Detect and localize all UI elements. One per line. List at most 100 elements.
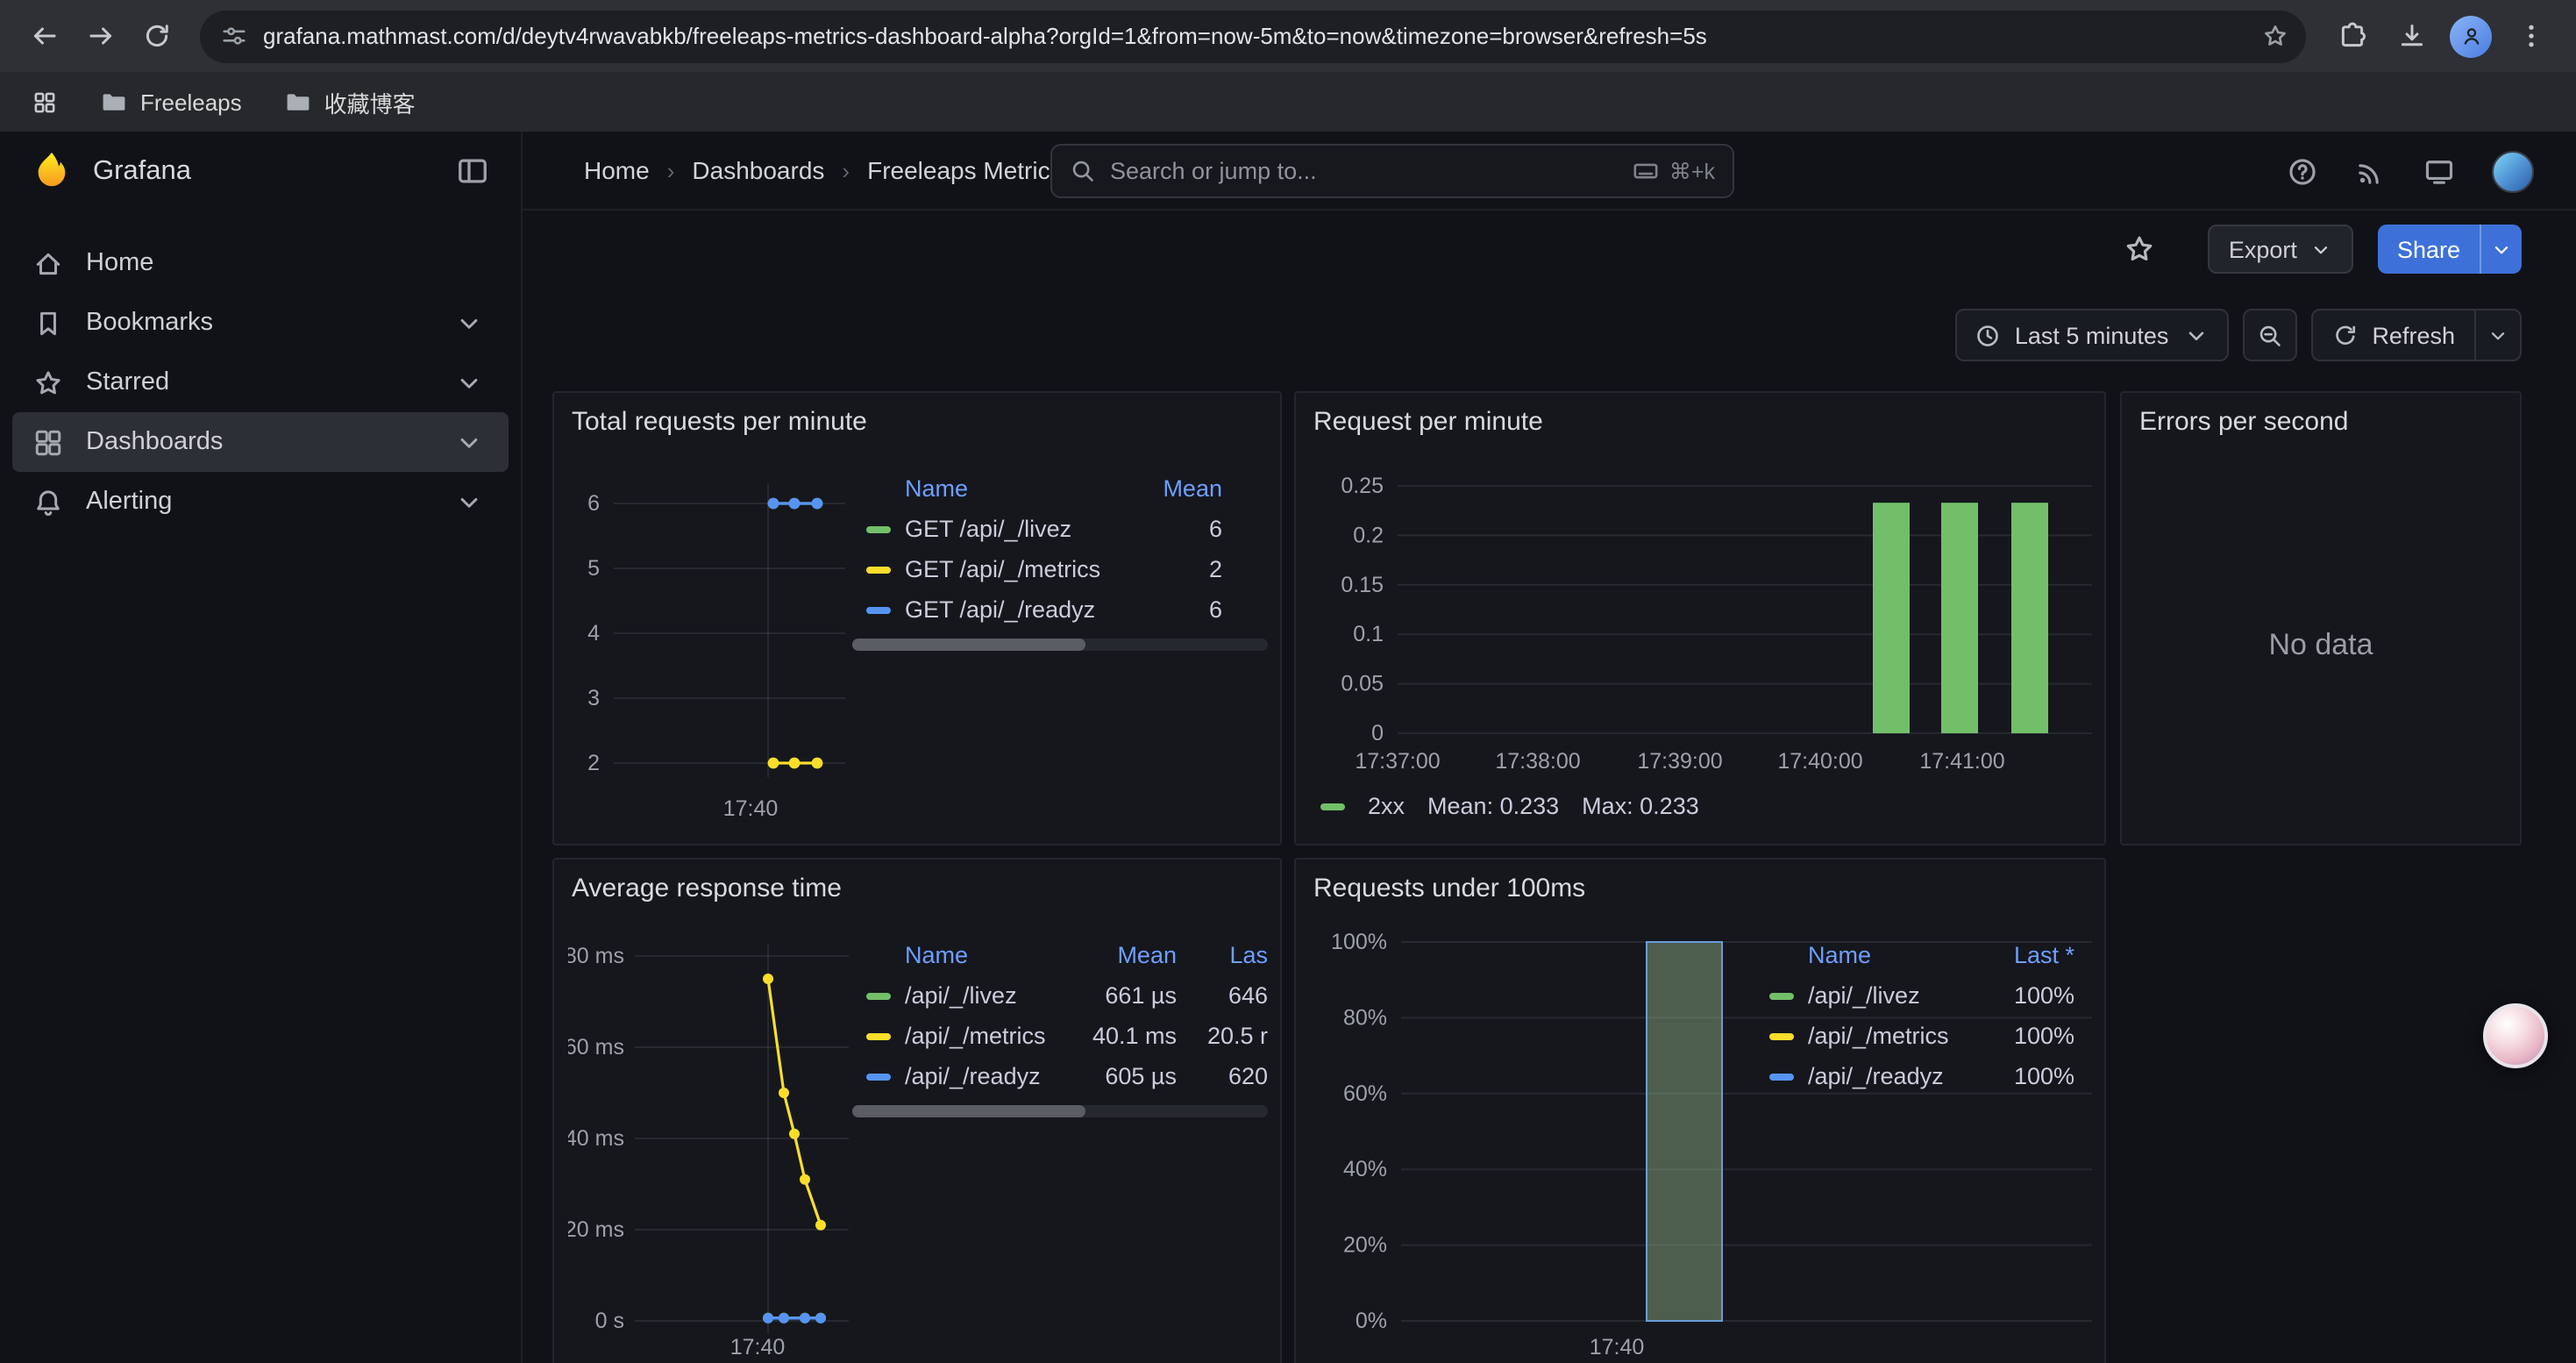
legend-header[interactable]: Last * [1969,937,2074,975]
request-per-minute-chart[interactable]: 0.250.20.150.10.05017:37:0017:38:0017:39… [1310,467,2099,791]
user-avatar[interactable] [2492,150,2534,192]
panel-title[interactable]: Average response time [572,874,842,903]
browser-menu-button[interactable] [2502,8,2558,64]
share-label[interactable]: Share [2378,225,2480,274]
bookmark-folder[interactable]: 收藏博客 [268,80,431,124]
search-shortcut: ⌘+k [1633,158,1715,184]
svg-text:17:41:00: 17:41:00 [1919,749,2004,774]
kebab-menu-icon [2516,21,2545,51]
panel-title[interactable]: Errors per second [2139,407,2348,437]
site-settings-icon[interactable] [221,23,247,49]
chevron-down-icon [2490,238,2513,260]
legend-series-name[interactable]: /api/_/livez [1769,975,1959,1016]
refresh-button[interactable]: Refresh [2312,310,2474,360]
svg-text:20 ms: 20 ms [568,1217,624,1242]
grafana-app: Grafana HomeBookmarksStarredDashboardsAl… [0,132,2576,1363]
sidebar-toggle-button[interactable] [456,154,489,188]
legend-value: 100% [1969,975,2074,1016]
svg-text:80%: 80% [1343,1005,1387,1030]
legend-header[interactable]: Name [866,470,1114,509]
legend-series-name[interactable]: 2xx [1368,793,1405,819]
reload-button[interactable] [130,10,182,62]
legend-series-name[interactable]: /api/_/metrics [1769,1016,1959,1056]
monitor-button[interactable] [2423,155,2455,187]
zoom-out-button[interactable] [2242,309,2296,361]
legend-series-name[interactable]: /api/_/readyz [866,1056,1054,1096]
export-button[interactable]: Export [2208,225,2353,274]
back-button[interactable] [18,10,70,62]
legend-series-name[interactable]: GET /api/_/livez [866,509,1114,549]
legend-value: 6 [1124,589,1222,630]
profile-button[interactable] [2443,8,2499,64]
downloads-button[interactable] [2383,8,2439,64]
svg-text:17:38:00: 17:38:00 [1495,749,1580,774]
extensions-button[interactable] [2323,8,2380,64]
bell-icon [33,487,63,517]
share-button[interactable]: Share [2378,225,2522,274]
sidebar-item-home[interactable]: Home [12,233,509,293]
legend-value: 661 µs [1064,975,1177,1016]
reload-icon [141,21,171,51]
sidebar-item-label: Bookmarks [86,309,213,337]
back-icon [29,21,59,51]
legend-header[interactable]: Las [1187,937,1268,975]
average-response-time-chart[interactable]: 80 ms60 ms40 ms20 ms0 s17:40 [568,933,857,1363]
search-box[interactable]: Search or jump to... ⌘+k [1050,144,1734,198]
svg-text:3: 3 [587,686,600,710]
panel-title[interactable]: Request per minute [1313,407,1543,437]
sidebar-item-dashboards[interactable]: Dashboards [12,412,509,472]
svg-text:60%: 60% [1343,1081,1387,1106]
svg-text:80 ms: 80 ms [568,944,624,968]
panel-title[interactable]: Total requests per minute [572,407,867,437]
bookmark-folder[interactable]: Freeleaps [84,82,258,121]
legend: 2xx Mean: 0.233 Max: 0.233 [1320,793,1699,819]
sidebar-item-alerting[interactable]: Alerting [12,472,509,532]
legend-series-name[interactable]: GET /api/_/readyz [866,589,1114,630]
bookmark-folder-label: Freeleaps [140,89,242,115]
favorite-star-button[interactable] [2124,233,2155,265]
legend-series-name[interactable]: /api/_/readyz [1769,1056,1959,1096]
time-range-picker[interactable]: Last 5 minutes [1955,309,2229,361]
sidebar-item-starred[interactable]: Starred [12,353,509,412]
legend-scrollbar[interactable] [852,1105,1268,1117]
scrollbar-thumb[interactable] [852,639,1085,651]
legend-header[interactable]: Name [1769,937,1959,975]
sidebar-item-bookmarks[interactable]: Bookmarks [12,293,509,353]
url-text[interactable]: grafana.mathmast.com/d/deytv4rwavabkb/fr… [263,23,2232,49]
share-menu-caret[interactable] [2480,225,2522,274]
series-color-dash [866,1073,891,1080]
legend-header[interactable]: Mean [1064,937,1177,975]
forward-button[interactable] [74,10,126,62]
svg-text:2: 2 [587,751,600,775]
breadcrumb-item[interactable]: Dashboards [692,156,824,184]
legend-series-name[interactable]: /api/_/livez [866,975,1054,1016]
legend-value: 646 [1187,975,1268,1016]
home-icon [33,248,63,278]
help-button[interactable] [2287,155,2318,187]
grafana-logo[interactable] [32,151,72,191]
app-header: Home›Dashboards›Freeleaps Metrics Dashbo… [523,132,2576,211]
url-bar[interactable]: grafana.mathmast.com/d/deytv4rwavabkb/fr… [200,10,2306,62]
search-input[interactable]: Search or jump to... [1110,158,1619,184]
svg-text:5: 5 [587,556,600,581]
legend-header[interactable]: Name [866,937,1054,975]
assistant-avatar[interactable] [2483,1003,2548,1068]
refresh-icon [2331,322,2358,348]
chevron-down-icon [454,308,484,338]
news-button[interactable] [2355,155,2387,187]
refresh-interval-caret[interactable] [2474,310,2520,360]
legend-series-name[interactable]: GET /api/_/metrics [866,549,1114,589]
export-label: Export [2229,236,2297,262]
legend-header[interactable]: Mean [1124,470,1222,509]
time-controls: Last 5 minutes Refresh [523,309,2576,361]
sidebar-item-label: Home [86,249,153,277]
total-requests-chart[interactable]: 6543217:40 [568,467,857,830]
legend-series-name[interactable]: /api/_/metrics [866,1016,1054,1056]
no-data-text: No data [2122,446,2520,844]
breadcrumb-item[interactable]: Home [584,156,650,184]
bookmark-star-button[interactable] [2250,11,2299,61]
legend-scrollbar[interactable] [852,639,1268,651]
panel-title[interactable]: Requests under 100ms [1313,874,1585,903]
scrollbar-thumb[interactable] [852,1105,1085,1117]
apps-shortcut-button[interactable] [21,79,67,125]
